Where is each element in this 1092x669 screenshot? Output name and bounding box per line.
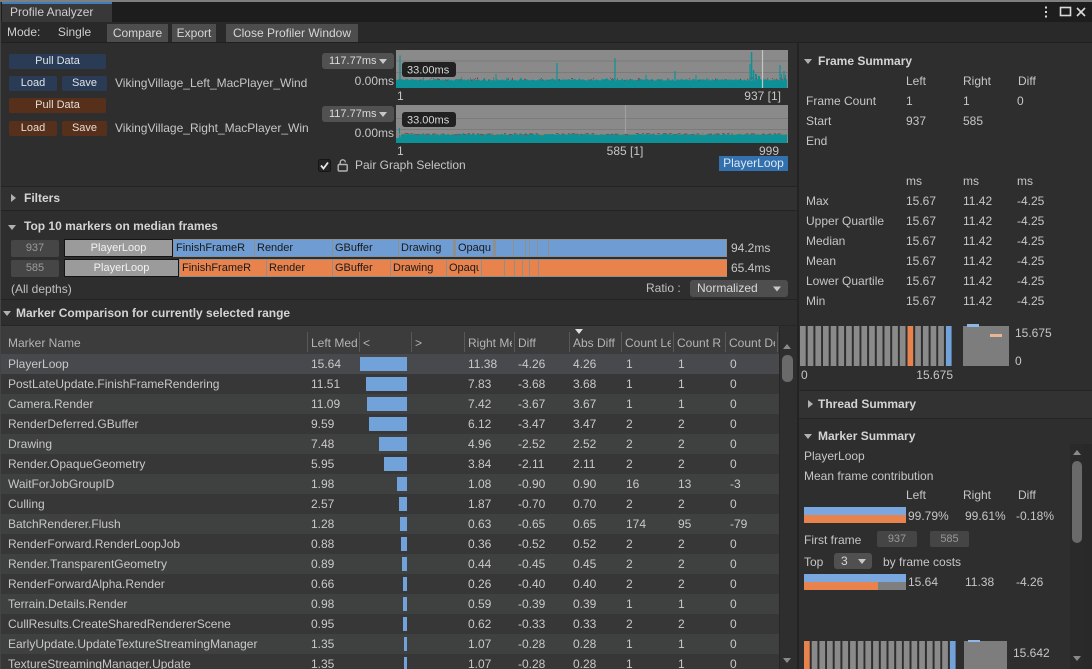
svg-text:33.00ms: 33.00ms xyxy=(407,115,450,127)
svg-text:33.00ms: 33.00ms xyxy=(407,65,450,77)
